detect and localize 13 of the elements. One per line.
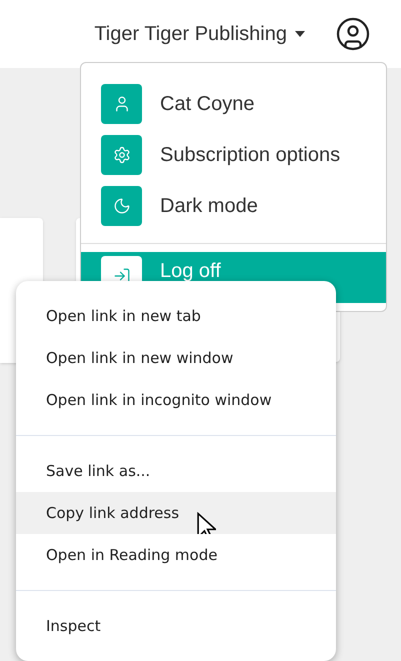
menu-item-icon (101, 134, 142, 174)
context-menu-item[interactable]: Open link in incognito window (16, 379, 336, 421)
context-menu-item[interactable]: Open link in new window (16, 337, 336, 379)
menu-item-icon (101, 186, 142, 226)
organization-dropdown[interactable]: Tiger Tiger Publishing (94, 19, 305, 49)
context-menu-item[interactable]: Open link in new tab (16, 295, 336, 337)
caret-icon (295, 31, 305, 37)
account-icon[interactable] (335, 16, 371, 52)
context-menu-item[interactable]: Open in Reading mode (16, 534, 336, 576)
context-menu-item[interactable]: Inspect (16, 605, 336, 647)
menu-item-icon (101, 84, 142, 124)
context-menu-item[interactable]: Copy link address (16, 492, 336, 534)
context-menu-item[interactable]: Save link as... (16, 450, 336, 492)
